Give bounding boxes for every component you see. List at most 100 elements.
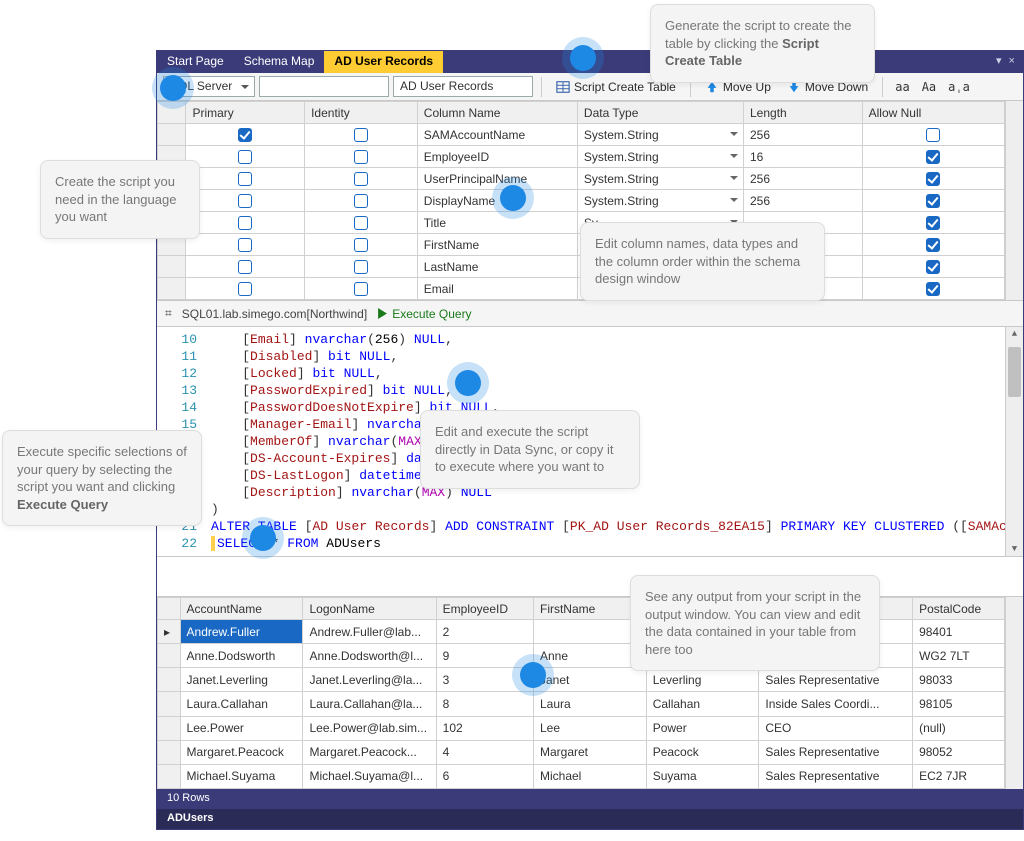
length-cell[interactable]: 256	[744, 124, 863, 146]
output-cell[interactable]: Michael	[533, 764, 646, 788]
header-column-name[interactable]: Column Name	[417, 102, 577, 124]
output-cell[interactable]: (null)	[913, 716, 1005, 740]
schema-scrollbar[interactable]	[1005, 101, 1023, 300]
output-cell[interactable]: Michael.Suyama@l...	[303, 764, 436, 788]
column-name-cell[interactable]: Email	[417, 278, 577, 300]
identity-checkbox[interactable]	[354, 216, 368, 230]
primary-checkbox[interactable]	[238, 216, 252, 230]
output-cell[interactable]: Sales Representative	[759, 668, 913, 692]
data-type-cell[interactable]: System.String	[577, 146, 743, 168]
data-type-cell[interactable]: System.String	[577, 168, 743, 190]
lowercase-button[interactable]: aa	[891, 78, 913, 96]
output-cell[interactable]: Lee.Power	[180, 716, 303, 740]
window-controls[interactable]: ▾ ×	[990, 51, 1023, 73]
output-header[interactable]: LogonName	[303, 598, 436, 620]
output-cell[interactable]: 4	[436, 740, 533, 764]
output-cell[interactable]: Margaret.Peacock...	[303, 740, 436, 764]
output-cell[interactable]: Callahan	[646, 692, 759, 716]
column-name-cell[interactable]: UserPrincipalName	[417, 168, 577, 190]
output-cell[interactable]: CEO	[759, 716, 913, 740]
allow-null-checkbox[interactable]	[926, 282, 940, 296]
identity-checkbox[interactable]	[354, 150, 368, 164]
output-cell[interactable]: Janet	[533, 668, 646, 692]
output-cell[interactable]: Inside Sales Coordi...	[759, 692, 913, 716]
capitalize-button[interactable]: Aa	[918, 78, 940, 96]
output-row[interactable]: Laura.CallahanLaura.Callahan@la...8Laura…	[158, 692, 1005, 716]
allow-null-checkbox[interactable]	[926, 260, 940, 274]
identity-checkbox[interactable]	[354, 282, 368, 296]
column-name-cell[interactable]: EmployeeID	[417, 146, 577, 168]
output-cell[interactable]: Laura	[533, 692, 646, 716]
output-scrollbar[interactable]	[1005, 597, 1023, 789]
db-engine-dropdown[interactable]: SQL Server	[163, 76, 255, 97]
header-primary[interactable]: Primary	[186, 102, 305, 124]
column-name-cell[interactable]: DisplayName	[417, 190, 577, 212]
identity-checkbox[interactable]	[354, 128, 368, 142]
data-type-cell[interactable]: System.String	[577, 124, 743, 146]
output-cell[interactable]: Lee.Power@lab.sim...	[303, 716, 436, 740]
schema-row[interactable]: UserPrincipalNameSystem.String256	[158, 168, 1005, 190]
allow-null-checkbox[interactable]	[926, 172, 940, 186]
output-cell[interactable]: WG2 7LT	[913, 644, 1005, 668]
output-cell[interactable]: 98105	[913, 692, 1005, 716]
table-name-box[interactable]: AD User Records	[393, 76, 533, 97]
output-cell[interactable]: Michael.Suyama	[180, 764, 303, 788]
header-allow-null[interactable]: Allow Null	[862, 102, 1004, 124]
length-cell[interactable]: 256	[744, 168, 863, 190]
identity-checkbox[interactable]	[354, 260, 368, 274]
execute-query-button[interactable]: Execute Query	[377, 307, 471, 321]
column-name-cell[interactable]: SAMAccountName	[417, 124, 577, 146]
primary-checkbox[interactable]	[238, 260, 252, 274]
output-cell[interactable]: EC2 7JR	[913, 764, 1005, 788]
schema-row[interactable]: EmployeeIDSystem.String16	[158, 146, 1005, 168]
output-header[interactable]: EmployeeID	[436, 598, 533, 620]
output-cell[interactable]: 3	[436, 668, 533, 692]
header-data-type[interactable]: Data Type	[577, 102, 743, 124]
output-cell[interactable]: Suyama	[646, 764, 759, 788]
output-cell[interactable]: Anne.Dodsworth@l...	[303, 644, 436, 668]
output-cell[interactable]: Leverling	[646, 668, 759, 692]
header-identity[interactable]: Identity	[305, 102, 418, 124]
search-input[interactable]	[259, 76, 389, 97]
column-name-cell[interactable]: FirstName	[417, 234, 577, 256]
schema-row[interactable]: SAMAccountNameSystem.String256	[158, 124, 1005, 146]
output-cell[interactable]: 98033	[913, 668, 1005, 692]
tab-ad-user-records[interactable]: AD User Records	[324, 51, 443, 73]
allow-null-checkbox[interactable]	[926, 216, 940, 230]
primary-checkbox[interactable]	[238, 128, 252, 142]
output-cell[interactable]: Margaret	[533, 740, 646, 764]
length-cell[interactable]: 16	[744, 146, 863, 168]
pane-splitter[interactable]	[157, 557, 1023, 597]
primary-checkbox[interactable]	[238, 282, 252, 296]
output-cell[interactable]: Andrew.Fuller@lab...	[303, 620, 436, 644]
output-cell[interactable]: 98401	[913, 620, 1005, 644]
identity-checkbox[interactable]	[354, 238, 368, 252]
output-row[interactable]: Margaret.PeacockMargaret.Peacock...4Marg…	[158, 740, 1005, 764]
primary-checkbox[interactable]	[238, 194, 252, 208]
split-case-button[interactable]: aˌa	[944, 78, 974, 96]
allow-null-checkbox[interactable]	[926, 128, 940, 142]
output-cell[interactable]: Janet.Leverling	[180, 668, 303, 692]
primary-checkbox[interactable]	[238, 150, 252, 164]
output-cell[interactable]: Peacock	[646, 740, 759, 764]
output-cell[interactable]: Anne.Dodsworth	[180, 644, 303, 668]
length-cell[interactable]: 256	[744, 190, 863, 212]
output-cell[interactable]: Laura.Callahan	[180, 692, 303, 716]
output-cell[interactable]: Margaret.Peacock	[180, 740, 303, 764]
output-cell[interactable]: 6	[436, 764, 533, 788]
output-header[interactable]: PostalCode	[913, 598, 1005, 620]
output-cell[interactable]: 8	[436, 692, 533, 716]
output-cell[interactable]: Lee	[533, 716, 646, 740]
allow-null-checkbox[interactable]	[926, 194, 940, 208]
allow-null-checkbox[interactable]	[926, 238, 940, 252]
identity-checkbox[interactable]	[354, 194, 368, 208]
data-type-cell[interactable]: System.String	[577, 190, 743, 212]
editor-scrollbar[interactable]: ▲ ▼	[1005, 327, 1023, 556]
tab-start-page[interactable]: Start Page	[157, 51, 234, 73]
output-cell[interactable]: Sales Representative	[759, 740, 913, 764]
output-cell[interactable]: Laura.Callahan@la...	[303, 692, 436, 716]
output-cell[interactable]: Sales Representative	[759, 764, 913, 788]
primary-checkbox[interactable]	[238, 238, 252, 252]
output-row[interactable]: Lee.PowerLee.Power@lab.sim...102LeePower…	[158, 716, 1005, 740]
primary-checkbox[interactable]	[238, 172, 252, 186]
